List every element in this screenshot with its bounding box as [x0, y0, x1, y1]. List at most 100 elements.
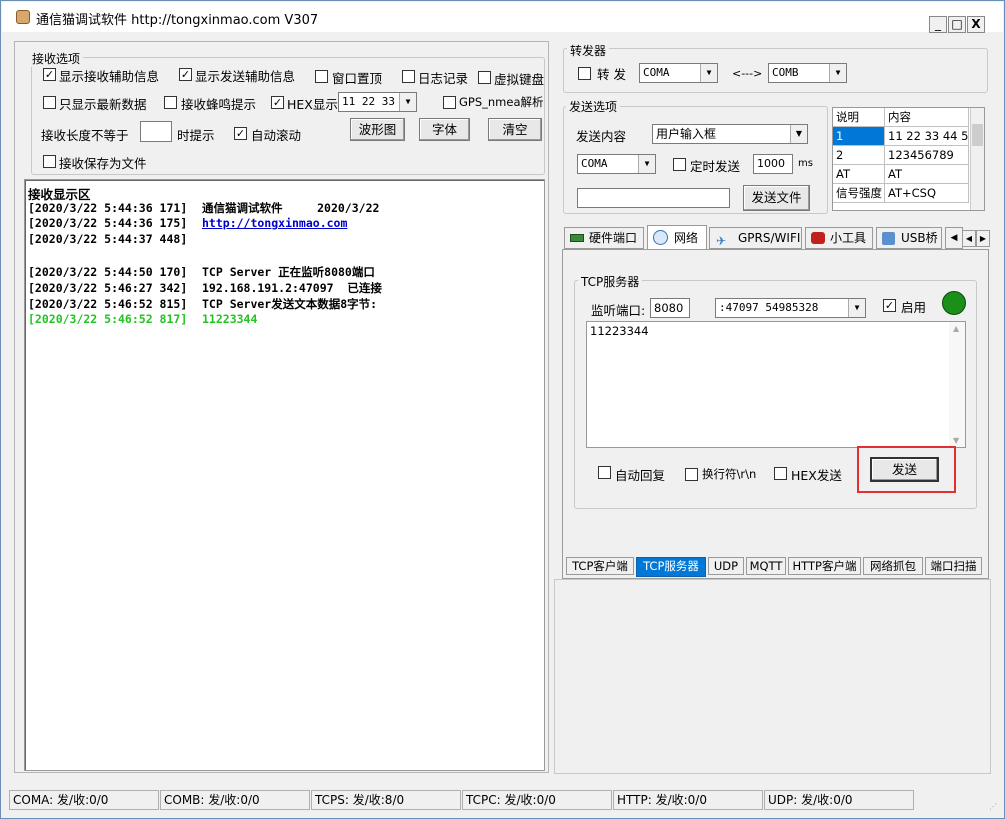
textarea-scrollbar[interactable]: ▲ ▼	[949, 322, 965, 447]
receive-line: [2020/3/22 5:44:36 175] http://tongxinmao…	[28, 216, 538, 232]
beep-checkbox[interactable]	[164, 96, 177, 109]
waveform-button[interactable]: 波形图	[350, 118, 405, 141]
bottom-tab[interactable]: MQTT	[746, 557, 786, 575]
forward-from-combo[interactable]: COMA ▼	[639, 63, 718, 83]
table-row[interactable]: AT AT	[833, 165, 969, 184]
table-cell[interactable]: 11 22 33 44 55	[885, 127, 969, 146]
app-cat-icon	[16, 10, 30, 24]
table-row[interactable]: 信号强度 AT+CSQ	[833, 184, 969, 203]
send-file-path-input[interactable]	[577, 188, 730, 208]
bottom-tab[interactable]: TCP客户端	[566, 557, 634, 575]
scroll-up-icon: ▲	[953, 324, 960, 333]
receive-line-timestamp: [2020/3/22 5:44:50 170]	[28, 265, 188, 279]
bottom-tab[interactable]: HTTP客户端	[788, 557, 861, 575]
table-cell[interactable]: AT	[833, 165, 885, 184]
gps-label: GPS_nmea解析	[459, 95, 544, 109]
hex-send-checkbox[interactable]	[774, 467, 787, 480]
scroll-down-icon: ▼	[953, 436, 960, 445]
table-scroll-thumb[interactable]	[972, 124, 983, 146]
receive-line-text: TCP Server 正在监听8080端口	[202, 265, 375, 279]
status-cell: COMA: 发/收:0/0	[9, 790, 159, 810]
forward-from-text: COMA	[643, 66, 670, 79]
recv-length-input[interactable]	[140, 121, 172, 142]
tab-hardware-port[interactable]: 硬件端口	[564, 227, 644, 249]
bottom-tab[interactable]: 网络抓包	[863, 557, 923, 575]
auto-reply-checkbox[interactable]	[598, 466, 611, 479]
table-row[interactable]: 2 123456789	[833, 146, 969, 165]
table-cell[interactable]: AT	[885, 165, 969, 184]
send-port-text: COMA	[581, 157, 608, 170]
receive-line-text[interactable]: http://tongxinmao.com	[202, 216, 347, 230]
maximize-button[interactable]: □	[948, 16, 966, 33]
status-cell: TCPC: 发/收:0/0	[462, 790, 612, 810]
tcp-send-textarea[interactable]: 11223344 ▲ ▼	[586, 321, 966, 448]
tab-network-label: 网络	[674, 231, 699, 245]
send-port-combo[interactable]: COMA ▼	[577, 154, 656, 174]
send-content-combo[interactable]: 用户输入框 ▼	[652, 124, 808, 144]
bottom-tab[interactable]: 端口扫描	[925, 557, 982, 575]
receive-line: [2020/3/22 5:46:27 342] 192.168.191.2:470…	[28, 280, 538, 296]
log-label: 日志记录	[418, 71, 469, 86]
minimize-button[interactable]: _	[929, 16, 947, 33]
listen-port-label: 监听端口:	[591, 303, 646, 318]
tab-network[interactable]: 网络	[647, 225, 707, 250]
close-button[interactable]: X	[967, 16, 985, 33]
tab-usb-bridge[interactable]: USB桥	[876, 227, 942, 249]
table-cell[interactable]: 123456789	[885, 146, 969, 165]
gps-checkbox[interactable]	[443, 96, 456, 109]
send-button[interactable]: 发送	[870, 457, 939, 482]
listen-port-input[interactable]: 8080	[650, 298, 690, 318]
client-select-combo[interactable]: :47097 54985328 ▼	[715, 298, 866, 318]
table-cell[interactable]: 1	[833, 127, 885, 146]
virtual-keyboard-checkbox[interactable]	[478, 71, 491, 84]
show-send-info-checkbox[interactable]: ✓	[179, 68, 192, 81]
forward-to-combo[interactable]: COMB ▼	[768, 63, 847, 83]
save-file-checkbox[interactable]	[43, 155, 56, 168]
show-recv-info-checkbox[interactable]: ✓	[43, 68, 56, 81]
window-top-label: 窗口置顶	[332, 71, 383, 86]
virtual-keyboard-label: 虚拟键盘	[494, 72, 545, 87]
forward-checkbox[interactable]	[578, 67, 591, 80]
timed-send-label: 定时发送	[690, 159, 741, 174]
receive-line-timestamp: [2020/3/22 5:44:36 171]	[28, 201, 188, 215]
tab-scroll-left[interactable]: ◀	[962, 230, 976, 247]
table-scrollbar[interactable]	[970, 108, 984, 210]
bottom-tab[interactable]: UDP	[708, 557, 744, 575]
timed-send-checkbox[interactable]	[673, 158, 686, 171]
clear-button[interactable]: 清空	[488, 118, 542, 141]
table-header-cell: 说明	[833, 108, 885, 127]
resize-grip-icon[interactable]: ⋰	[989, 803, 999, 813]
receive-line-timestamp: [2020/3/22 5:46:52 817]	[28, 312, 188, 326]
interval-input[interactable]: 1000	[753, 154, 793, 174]
send-content-label: 发送内容	[576, 129, 627, 144]
hex-show-label: HEX显示	[287, 97, 338, 112]
newline-checkbox[interactable]	[685, 468, 698, 481]
bottom-tab[interactable]: TCP服务器	[636, 557, 706, 577]
font-button[interactable]: 字体	[419, 118, 470, 141]
chevron-down-icon: ▼	[638, 155, 655, 173]
enable-checkbox[interactable]: ✓	[883, 299, 896, 312]
receive-display-area[interactable]: 接收显示区 [2020/3/22 5:44:36 171] 通信猫调试软件 202…	[24, 179, 545, 771]
send-content-text: 用户输入框	[656, 127, 717, 141]
hex-value-combo[interactable]: 11 22 33 ▼	[338, 92, 417, 112]
tcp-send-text: 11223344	[590, 324, 649, 338]
status-cell: HTTP: 发/收:0/0	[613, 790, 763, 810]
bottom-tab-bar: TCP客户端 TCP服务器 UDP MQTT HTTP客户端 网络抓包 端口扫描	[566, 557, 986, 577]
table-cell[interactable]: AT+CSQ	[885, 184, 969, 203]
tab-tools[interactable]: 小工具	[805, 227, 873, 249]
tab-overflow[interactable]: ◀	[945, 227, 963, 249]
tab-gprs-wifi[interactable]: ✈ GPRS/WIFI	[709, 227, 802, 249]
table-row[interactable]: 1 11 22 33 44 55	[833, 127, 969, 146]
main-window: 通信猫调试软件 http://tongxinmao.com V307 _ □ X…	[0, 0, 1005, 819]
hex-send-label: HEX发送	[791, 468, 842, 483]
window-top-checkbox[interactable]	[315, 70, 328, 83]
tab-scroll-right[interactable]: ▶	[976, 230, 990, 247]
autoscroll-checkbox[interactable]: ✓	[234, 127, 247, 140]
latest-only-checkbox[interactable]	[43, 96, 56, 109]
send-file-button[interactable]: 发送文件	[743, 185, 810, 211]
tcp-server-label: TCP服务器	[578, 273, 643, 290]
table-cell[interactable]: 信号强度	[833, 184, 885, 203]
hex-show-checkbox[interactable]: ✓	[271, 96, 284, 109]
table-cell[interactable]: 2	[833, 146, 885, 165]
log-checkbox[interactable]	[402, 70, 415, 83]
